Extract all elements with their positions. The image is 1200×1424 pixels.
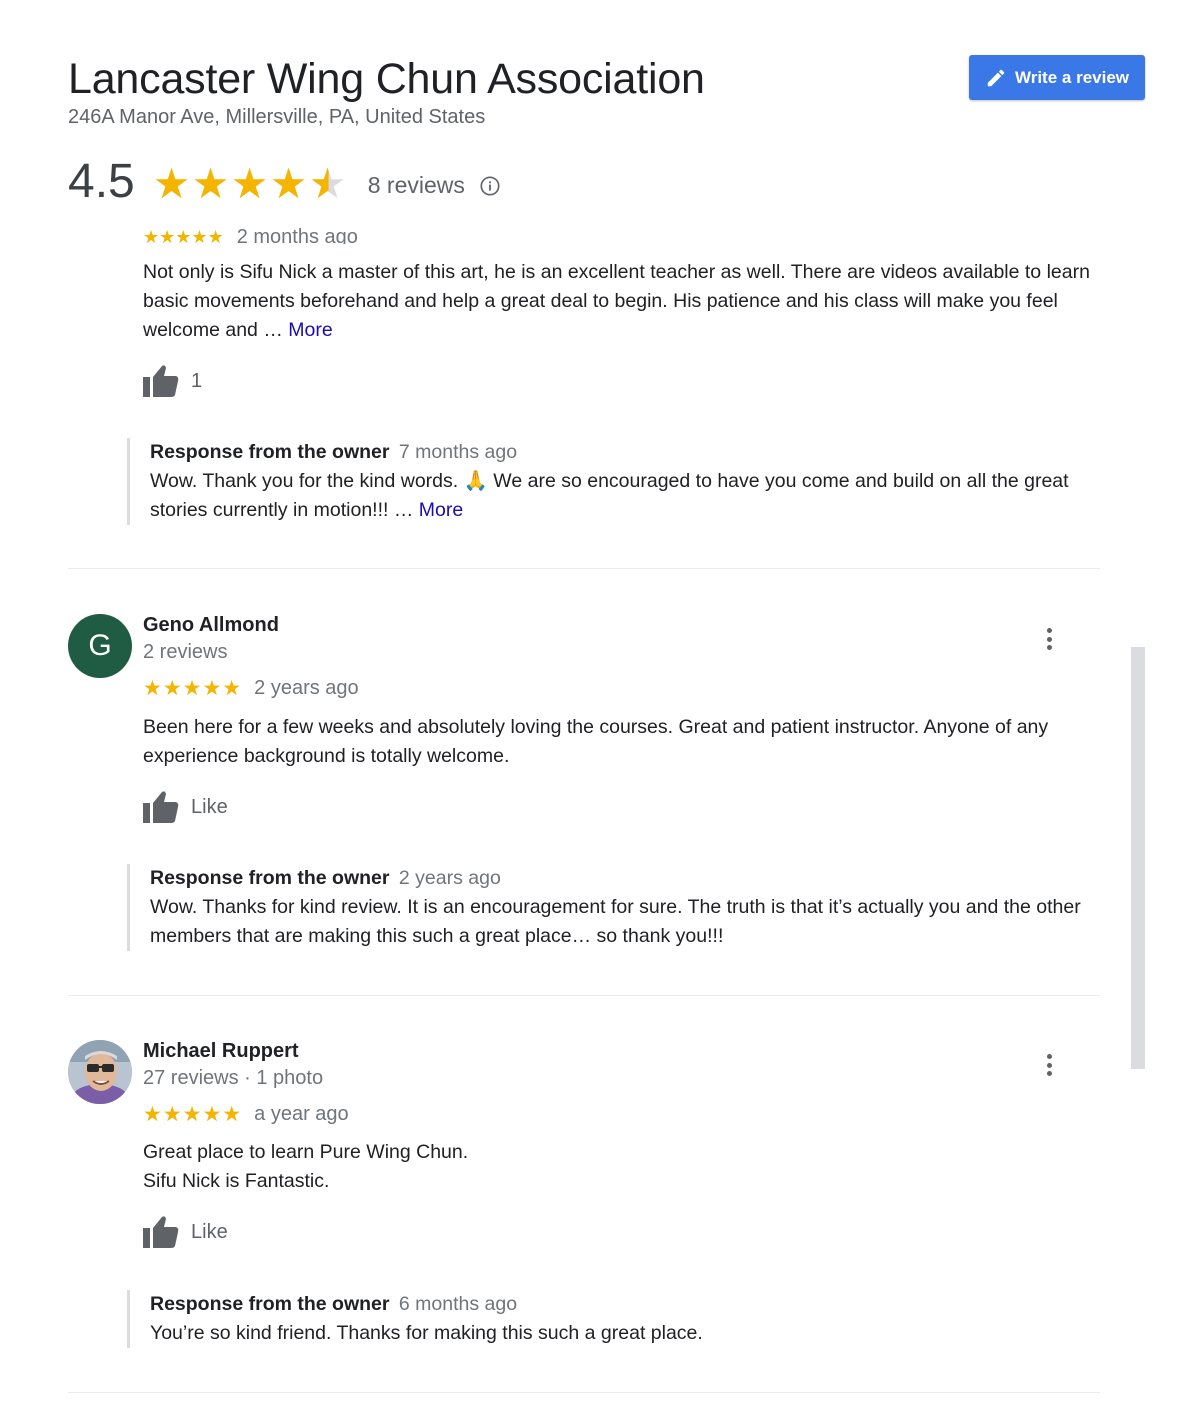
avatar[interactable]: G <box>68 614 132 678</box>
reviewer-meta: 2 reviews <box>143 641 228 663</box>
review-rating: ★★★★★ a year ago <box>143 1102 349 1127</box>
owner-response-label: Response from the owner <box>150 867 390 889</box>
owner-response: Response from the owner 6 months ago You… <box>127 1290 1130 1348</box>
reviewer-name[interactable]: Geno Allmond <box>143 614 279 637</box>
owner-response-text: Wow. Thank you for the kind words. 🙏 We … <box>150 470 1069 521</box>
star-icon: ★ <box>191 160 230 207</box>
review-time: 2 years ago <box>254 677 359 699</box>
like-button[interactable]: 1 <box>143 364 202 398</box>
owner-response-time: 7 months ago <box>398 441 518 463</box>
review-body-line: Sifu Nick is Fantastic. <box>143 1170 330 1192</box>
rating-stars: ★ ★ ★ ★ ★ <box>153 163 348 205</box>
owner-response-label: Response from the owner <box>150 441 390 463</box>
star-icon: ★ <box>269 160 308 207</box>
review-stars: ★★★★★ <box>143 677 243 700</box>
star-icon: ★ <box>230 160 269 207</box>
like-button[interactable]: Like <box>143 1215 228 1249</box>
review-stars: ★★★★★ <box>143 227 224 244</box>
review-body: Been here for a few weeks and absolutely… <box>143 716 1049 767</box>
reviews-count[interactable]: 8 reviews <box>368 172 465 199</box>
star-icon: ★ <box>152 160 191 207</box>
write-review-label: Write a review <box>1014 67 1130 87</box>
owner-response: Response from the owner 7 months ago Wow… <box>127 438 1130 525</box>
reviewer-meta: 27 reviews · 1 photo <box>143 1067 324 1089</box>
owner-response-label: Response from the owner <box>150 1293 390 1315</box>
review-stars: ★★★★★ <box>143 1103 243 1126</box>
owner-response: Response from the owner 2 years ago Wow.… <box>127 864 1130 951</box>
review-body-line: Great place to learn Pure Wing Chun. <box>143 1141 469 1163</box>
avatar-letter: G <box>88 629 112 662</box>
review-body: Not only is Sifu Nick a master of this a… <box>143 261 1090 341</box>
profile-photo <box>68 1040 132 1104</box>
review-rating: ★★★★★ 2 years ago <box>143 676 359 701</box>
owner-response-time: 6 months ago <box>398 1293 518 1315</box>
review-text: Great place to learn Pure Wing Chun. Sif… <box>143 1138 1113 1196</box>
like-count: 1 <box>191 369 203 392</box>
owner-response-text: Wow. Thanks for kind review. It is an en… <box>150 896 1081 947</box>
thumb-up-icon <box>143 791 179 823</box>
pencil-icon <box>987 69 1005 86</box>
divider <box>68 568 1100 569</box>
more-link[interactable]: More <box>288 319 332 341</box>
more-vert-icon[interactable] <box>1038 1052 1060 1078</box>
review-time: a year ago <box>254 1103 349 1125</box>
review-stars-partial: ★★★★★ 2 months ago <box>143 226 358 244</box>
more-vert-icon[interactable] <box>1038 626 1060 652</box>
business-address: 246A Manor Ave, Millersville, PA, United… <box>68 106 486 128</box>
like-label: Like <box>191 1220 228 1243</box>
review-text: Not only is Sifu Nick a master of this a… <box>143 258 1113 345</box>
owner-response-time: 2 years ago <box>398 867 501 889</box>
thumb-up-icon <box>143 1216 179 1248</box>
like-label: Like <box>191 795 228 818</box>
more-link[interactable]: More <box>419 499 463 521</box>
thumb-up-icon <box>143 365 179 397</box>
scrollbar[interactable] <box>1131 647 1145 1069</box>
avatar[interactable] <box>68 1040 132 1104</box>
divider <box>68 995 1100 996</box>
write-review-button[interactable]: Write a review <box>969 55 1145 100</box>
owner-response-text: You’re so kind friend. Thanks for making… <box>150 1322 703 1344</box>
review-time: 2 months ago <box>236 226 358 244</box>
like-button[interactable]: Like <box>143 790 228 824</box>
rating-summary: 4.5 ★ ★ ★ ★ ★ 8 reviews <box>68 152 501 212</box>
reviewer-name[interactable]: Michael Ruppert <box>143 1040 299 1063</box>
half-star-icon: ★ <box>308 160 347 207</box>
info-icon[interactable] <box>479 175 501 197</box>
divider <box>68 1392 1100 1393</box>
rating-value: 4.5 <box>68 155 135 208</box>
